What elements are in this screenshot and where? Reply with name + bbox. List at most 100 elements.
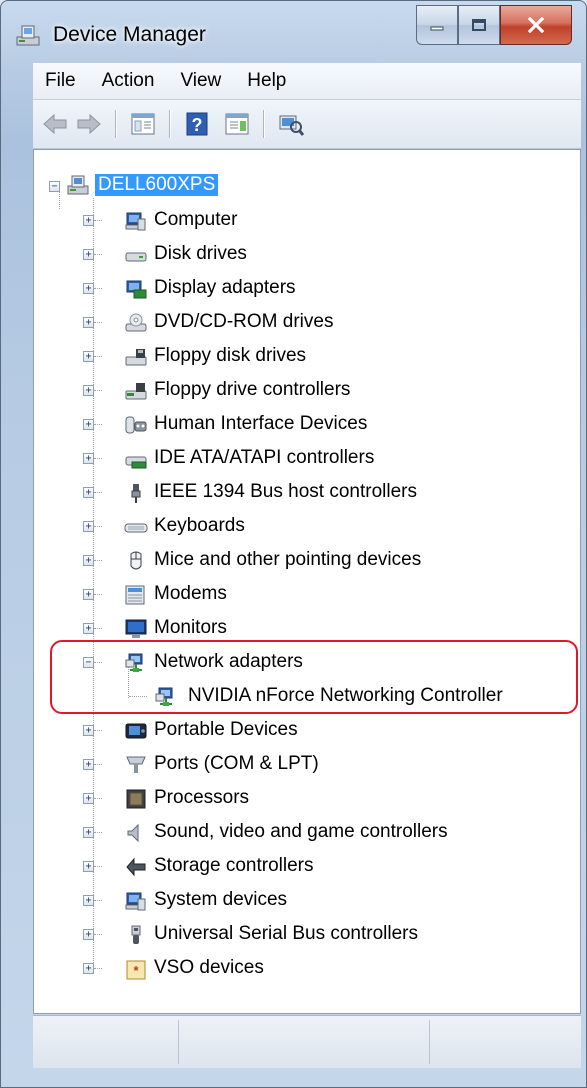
tree-item-universal-serial-bus-controllers[interactable]: + Universal Serial Bus controllers bbox=[34, 922, 574, 948]
hid-icon bbox=[124, 414, 148, 436]
tree-item-floppy-disk-drives[interactable]: + Floppy disk drives bbox=[34, 344, 574, 370]
tree-item-label: Processors bbox=[154, 787, 250, 808]
tree-item-label: Human Interface Devices bbox=[154, 413, 368, 434]
tree-item-display-adapters[interactable]: + Display adapters bbox=[34, 276, 574, 302]
tree-item-computer[interactable]: + Computer bbox=[34, 208, 574, 234]
forward-icon[interactable] bbox=[75, 110, 103, 138]
tree-item-sound-video-and-game-controllers[interactable]: + Sound, video and game controllers bbox=[34, 820, 574, 846]
dvd-drive-icon bbox=[124, 312, 148, 334]
expand-icon[interactable]: + bbox=[83, 929, 94, 940]
tree-item-label: Universal Serial Bus controllers bbox=[154, 923, 418, 944]
expand-icon[interactable]: + bbox=[83, 419, 94, 430]
back-icon[interactable] bbox=[41, 110, 69, 138]
expand-icon[interactable]: + bbox=[83, 385, 94, 396]
usb-icon bbox=[124, 924, 148, 946]
tree-item-ports-com-lpt[interactable]: + Ports (COM & LPT) bbox=[34, 752, 574, 778]
svg-text:?: ? bbox=[192, 115, 203, 135]
tree-item-label: IEEE 1394 Bus host controllers bbox=[154, 481, 417, 502]
expand-icon[interactable]: + bbox=[83, 453, 94, 464]
scan-hardware-icon[interactable] bbox=[277, 110, 305, 138]
status-pane-1 bbox=[33, 1020, 179, 1064]
tree-item-mice-and-other-pointing-devices[interactable]: + Mice and other pointing devices bbox=[34, 548, 574, 574]
tree-item-ieee-1394-bus-host-controllers[interactable]: + IEEE 1394 Bus host controllers bbox=[34, 480, 574, 506]
show-hide-tree-icon[interactable] bbox=[129, 110, 157, 138]
tree-item-dvd-cd-rom-drives[interactable]: + DVD/CD-ROM drives bbox=[34, 310, 574, 336]
expand-icon[interactable]: + bbox=[83, 895, 94, 906]
firewire-icon bbox=[124, 482, 148, 504]
tree-item-label: DVD/CD-ROM drives bbox=[154, 311, 334, 332]
tree-item-label: Monitors bbox=[154, 617, 227, 638]
maximize-button[interactable] bbox=[458, 5, 500, 45]
maximize-icon bbox=[472, 19, 486, 31]
tree-item-storage-controllers[interactable]: + Storage controllers bbox=[34, 854, 574, 880]
expand-icon[interactable]: + bbox=[83, 861, 94, 872]
tree-item-modems[interactable]: + Modems bbox=[34, 582, 574, 608]
device-manager-icon bbox=[16, 25, 40, 46]
tree-item-processors[interactable]: + Processors bbox=[34, 786, 574, 812]
status-pane-3 bbox=[430, 1020, 580, 1064]
expand-icon[interactable]: + bbox=[83, 963, 94, 974]
window-title: Device Manager bbox=[53, 23, 206, 46]
device-manager-window: Device Manager File Action View Help ? −… bbox=[0, 0, 587, 1088]
tree-item-label: Keyboards bbox=[154, 515, 245, 536]
expand-icon[interactable]: + bbox=[83, 283, 94, 294]
menu-view[interactable]: View bbox=[167, 70, 234, 92]
highlight-annotation bbox=[50, 640, 578, 714]
portable-device-icon bbox=[124, 720, 148, 742]
help-icon[interactable]: ? bbox=[183, 110, 211, 138]
minimize-button[interactable] bbox=[416, 5, 458, 45]
tree-item-system-devices[interactable]: + System devices bbox=[34, 888, 574, 914]
close-button[interactable] bbox=[500, 5, 572, 45]
tree-item-human-interface-devices[interactable]: + Human Interface Devices bbox=[34, 412, 574, 438]
floppy-controller-icon bbox=[124, 380, 148, 402]
tree-item-label: Ports (COM & LPT) bbox=[154, 753, 319, 774]
mouse-icon bbox=[124, 550, 148, 572]
tree-item-floppy-drive-controllers[interactable]: + Floppy drive controllers bbox=[34, 378, 574, 404]
disk-drive-icon bbox=[124, 244, 148, 266]
tree-item-ide-ata-atapi-controllers[interactable]: + IDE ATA/ATAPI controllers bbox=[34, 446, 574, 472]
tree-item-disk-drives[interactable]: + Disk drives bbox=[34, 242, 574, 268]
port-icon bbox=[124, 754, 148, 776]
expand-icon[interactable]: + bbox=[83, 623, 94, 634]
title-bar[interactable]: Device Manager bbox=[1, 1, 586, 63]
tree-item-monitors[interactable]: + Monitors bbox=[34, 616, 574, 642]
toolbar: ? bbox=[33, 100, 581, 149]
status-bar bbox=[33, 1015, 581, 1068]
tree-root[interactable]: − DELL600XPS bbox=[34, 174, 574, 200]
expand-icon[interactable]: + bbox=[83, 555, 94, 566]
menu-action[interactable]: Action bbox=[89, 70, 168, 92]
tree-item-label: Display adapters bbox=[154, 277, 296, 298]
tree-item-label: Portable Devices bbox=[154, 719, 298, 740]
tree-item-label: System devices bbox=[154, 889, 288, 910]
menu-help[interactable]: Help bbox=[234, 70, 299, 92]
tree-item-label: Mice and other pointing devices bbox=[154, 549, 422, 570]
computer-root-icon bbox=[67, 175, 89, 195]
device-tree[interactable]: − DELL600XPS + Computer + Disk drives + Displ… bbox=[33, 149, 581, 1014]
expand-icon[interactable]: + bbox=[83, 215, 94, 226]
expand-icon[interactable]: + bbox=[83, 521, 94, 532]
tree-item-label: Floppy disk drives bbox=[154, 345, 307, 366]
modem-icon bbox=[124, 584, 148, 606]
properties-icon[interactable] bbox=[223, 110, 251, 138]
tree-item-label: Sound, video and game controllers bbox=[154, 821, 448, 842]
expand-icon[interactable]: + bbox=[83, 249, 94, 260]
system-device-icon bbox=[124, 890, 148, 912]
tree-item-label: IDE ATA/ATAPI controllers bbox=[154, 447, 375, 468]
floppy-drive-icon bbox=[124, 346, 148, 368]
collapse-icon[interactable]: − bbox=[49, 181, 60, 192]
display-adapter-icon bbox=[124, 278, 148, 300]
expand-icon[interactable]: + bbox=[83, 487, 94, 498]
tree-item-portable-devices[interactable]: + Portable Devices bbox=[34, 718, 574, 744]
expand-icon[interactable]: + bbox=[83, 725, 94, 736]
expand-icon[interactable]: + bbox=[83, 759, 94, 770]
expand-icon[interactable]: + bbox=[83, 351, 94, 362]
expand-icon[interactable]: + bbox=[83, 589, 94, 600]
expand-icon[interactable]: + bbox=[83, 827, 94, 838]
tree-item-vso-devices[interactable]: + * VSO devices bbox=[34, 956, 574, 982]
menu-file[interactable]: File bbox=[33, 70, 89, 92]
computer-icon bbox=[124, 210, 148, 232]
expand-icon[interactable]: + bbox=[83, 793, 94, 804]
expand-icon[interactable]: + bbox=[83, 317, 94, 328]
menu-bar: File Action View Help bbox=[33, 63, 581, 100]
tree-item-keyboards[interactable]: + Keyboards bbox=[34, 514, 574, 540]
